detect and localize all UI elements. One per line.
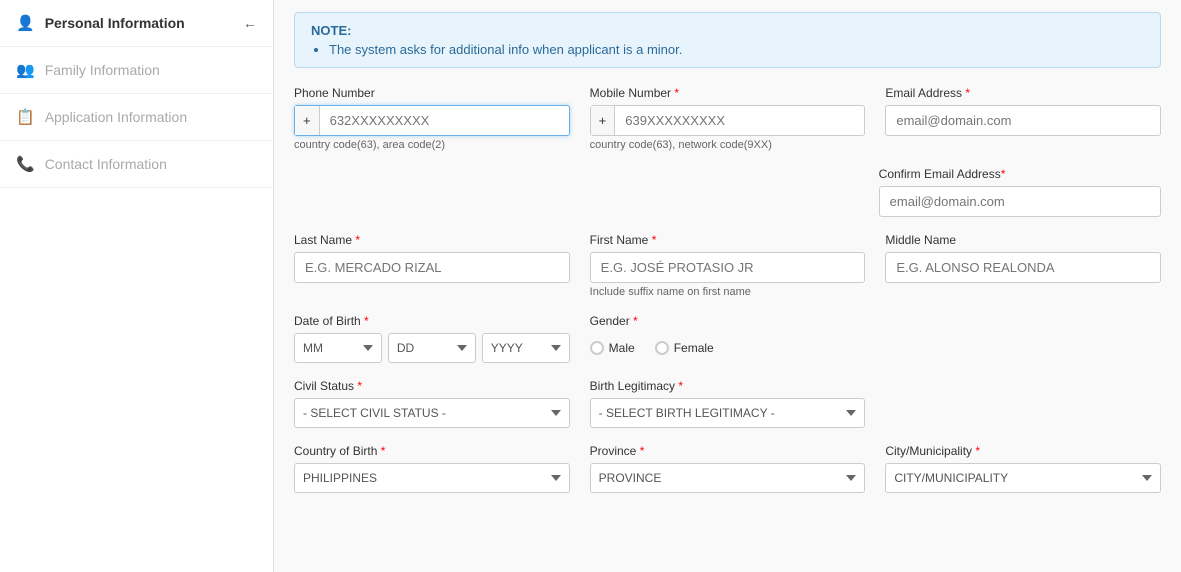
sidebar-item-family-information[interactable]: 👥 Family Information	[0, 47, 273, 94]
gender-female-radio[interactable]	[655, 341, 669, 355]
label-first-name: First Name *	[590, 233, 866, 247]
group-phone-number: Phone Number + country code(63), area co…	[294, 86, 570, 151]
label-birth-legitimacy: Birth Legitimacy *	[590, 379, 866, 393]
group-gender: Gender * Male Female	[590, 314, 866, 363]
group-birth-legitimacy: Birth Legitimacy * - SELECT BIRTH LEGITI…	[590, 379, 866, 428]
sidebar-label-personal: Personal Information	[45, 15, 185, 31]
phone-hint: country code(63), area code(2)	[294, 139, 570, 151]
gender-options: Male Female	[590, 341, 866, 360]
row-location: Country of Birth * PHILIPPINES Province …	[294, 444, 1161, 493]
label-country-of-birth: Country of Birth *	[294, 444, 570, 458]
mobile-hint: country code(63), network code(9XX)	[590, 139, 866, 151]
row-name: Last Name * First Name * Include suffix …	[294, 233, 1161, 298]
group-spacer3	[885, 379, 1161, 428]
civil-status-select[interactable]: - SELECT CIVIL STATUS -	[294, 398, 570, 428]
note-title: NOTE:	[311, 23, 1144, 38]
group-city-municipality: City/Municipality * CITY/MUNICIPALITY	[885, 444, 1161, 493]
mobile-number-input[interactable]	[615, 106, 864, 135]
gender-male-option[interactable]: Male	[590, 341, 635, 355]
gender-female-label: Female	[674, 341, 714, 355]
label-phone-number: Phone Number	[294, 86, 570, 100]
label-gender: Gender *	[590, 314, 866, 328]
group-spacer1	[294, 167, 859, 217]
row-civil-birth: Civil Status * - SELECT CIVIL STATUS - B…	[294, 379, 1161, 428]
group-last-name: Last Name *	[294, 233, 570, 298]
note-bullet: The system asks for additional info when…	[329, 42, 1144, 57]
label-last-name: Last Name *	[294, 233, 570, 247]
mobile-prefix: +	[591, 106, 616, 135]
arrow-icon: ←	[243, 15, 257, 31]
phone-prefix: +	[295, 106, 320, 135]
confirm-email-input[interactable]	[879, 186, 1161, 217]
row-dob-gender: Date of Birth * MM 010203 040506 070809 …	[294, 314, 1161, 363]
city-municipality-select[interactable]: CITY/MUNICIPALITY	[885, 463, 1161, 493]
email-address-input[interactable]	[885, 105, 1161, 136]
label-province: Province *	[590, 444, 866, 458]
group-first-name: First Name * Include suffix name on firs…	[590, 233, 866, 298]
sidebar-label-family: Family Information	[45, 62, 160, 78]
first-name-input[interactable]	[590, 252, 866, 283]
first-name-hint: Include suffix name on first name	[590, 286, 866, 298]
group-province: Province * PROVINCE	[590, 444, 866, 493]
group-date-of-birth: Date of Birth * MM 010203 040506 070809 …	[294, 314, 570, 363]
person-icon: 👤	[16, 14, 35, 32]
last-name-input[interactable]	[294, 252, 570, 283]
group-mobile-number: Mobile Number * + country code(63), netw…	[590, 86, 866, 151]
gender-male-label: Male	[609, 341, 635, 355]
contact-icon: 📞	[16, 155, 35, 173]
middle-name-input[interactable]	[885, 252, 1161, 283]
family-icon: 👥	[16, 61, 35, 79]
group-civil-status: Civil Status * - SELECT CIVIL STATUS -	[294, 379, 570, 428]
sidebar-item-personal-information[interactable]: 👤 Personal Information ←	[0, 0, 273, 47]
label-middle-name: Middle Name	[885, 233, 1161, 247]
province-select[interactable]: PROVINCE	[590, 463, 866, 493]
gender-female-option[interactable]: Female	[655, 341, 714, 355]
group-spacer2	[885, 314, 1161, 363]
sidebar-item-contact-information[interactable]: 📞 Contact Information	[0, 141, 273, 188]
label-city-municipality: City/Municipality *	[885, 444, 1161, 458]
label-email-address: Email Address *	[885, 86, 1161, 100]
row-phone-mobile-email: Phone Number + country code(63), area co…	[294, 86, 1161, 151]
birth-legitimacy-select[interactable]: - SELECT BIRTH LEGITIMACY -	[590, 398, 866, 428]
country-of-birth-select[interactable]: PHILIPPINES	[294, 463, 570, 493]
phone-input-wrapper: +	[294, 105, 570, 136]
dob-month-select[interactable]: MM 010203 040506 070809 101112	[294, 333, 382, 363]
dob-selects: MM 010203 040506 070809 101112 DD YYYY	[294, 333, 570, 363]
group-middle-name: Middle Name	[885, 233, 1161, 298]
phone-number-input[interactable]	[320, 106, 569, 135]
label-civil-status: Civil Status *	[294, 379, 570, 393]
application-icon: 📋	[16, 108, 35, 126]
main-content: NOTE: The system asks for additional inf…	[274, 0, 1181, 572]
sidebar: 👤 Personal Information ← 👥 Family Inform…	[0, 0, 274, 572]
mobile-input-wrapper: +	[590, 105, 866, 136]
gender-male-radio[interactable]	[590, 341, 604, 355]
label-confirm-email: Confirm Email Address*	[879, 167, 1161, 181]
sidebar-label-contact: Contact Information	[45, 156, 167, 172]
row-confirm-email: Confirm Email Address*	[294, 167, 1161, 217]
dob-year-select[interactable]: YYYY	[482, 333, 570, 363]
label-mobile-number: Mobile Number *	[590, 86, 866, 100]
label-date-of-birth: Date of Birth *	[294, 314, 570, 328]
note-box: NOTE: The system asks for additional inf…	[294, 12, 1161, 68]
group-email-address: Email Address *	[885, 86, 1161, 151]
group-country-of-birth: Country of Birth * PHILIPPINES	[294, 444, 570, 493]
dob-day-select[interactable]: DD	[388, 333, 476, 363]
sidebar-label-application: Application Information	[45, 109, 187, 125]
group-confirm-email: Confirm Email Address*	[879, 167, 1161, 217]
sidebar-item-application-information[interactable]: 📋 Application Information	[0, 94, 273, 141]
